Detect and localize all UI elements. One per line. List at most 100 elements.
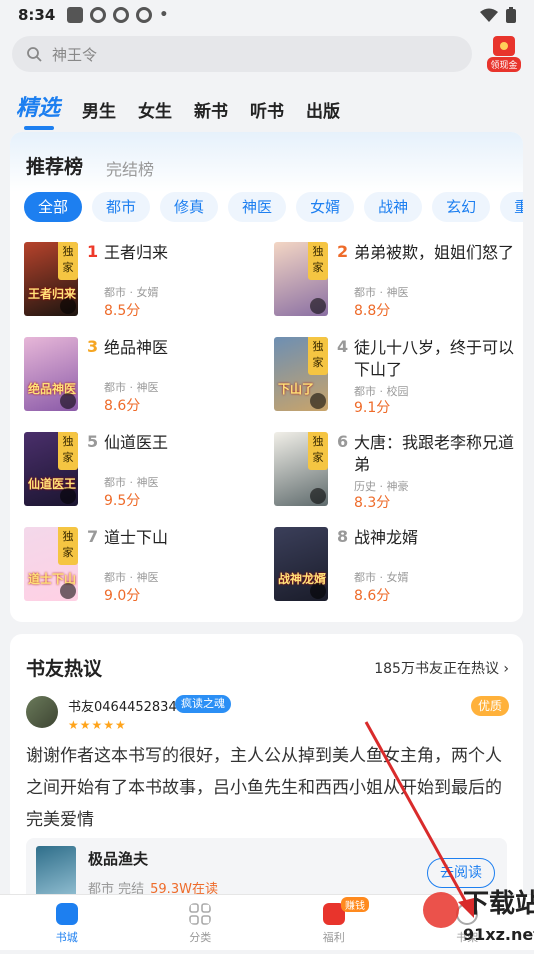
book-cover: 独家: [274, 432, 328, 506]
book-cover: 独家道士下山: [24, 527, 78, 601]
rank-number: 8: [337, 527, 348, 546]
book-item[interactable]: 战神龙婿8战神龙婿都市 · 女婿8.6分: [274, 527, 523, 607]
search-icon: [26, 46, 42, 62]
ranking-title[interactable]: 推荐榜: [26, 152, 83, 179]
category-chips: 全部 都市 修真 神医 女婿 战神 玄幻 重: [24, 192, 523, 222]
grid-icon: [189, 903, 211, 925]
book-title: 王者归来: [104, 242, 269, 264]
finished-ranking-tab[interactable]: 完结榜: [106, 156, 154, 180]
nav-welfare[interactable]: 赚钱 福利: [267, 895, 401, 950]
chip-urban[interactable]: 都市: [92, 192, 150, 222]
book-item[interactable]: 独家下山了4徒儿十八岁，终于可以下山了都市 · 校园9.1分: [274, 337, 523, 417]
book-tags: 都市 · 神医: [104, 474, 159, 490]
tab-new-books[interactable]: 新书: [194, 97, 228, 122]
book-tags: 都市 · 神医: [104, 569, 159, 585]
cover-title: 下山了: [278, 380, 314, 397]
headphone-icon: [310, 298, 326, 314]
reviewed-book-title: 极品渔夫: [88, 848, 148, 869]
app-notification-icon: [90, 7, 106, 23]
book-tags: 都市 · 女婿: [354, 569, 409, 585]
bookstore-icon: [56, 903, 78, 925]
book-tags: 都市 · 神医: [104, 379, 159, 395]
tab-audio[interactable]: 听书: [250, 97, 284, 122]
nav-category[interactable]: 分类: [134, 895, 268, 950]
rank-number: 2: [337, 242, 348, 261]
tab-featured[interactable]: 精选: [16, 90, 60, 122]
book-item[interactable]: 独家2弟弟被欺，姐姐们怒了都市 · 神医8.8分: [274, 242, 523, 322]
search-bar[interactable]: 神王令: [12, 36, 472, 72]
chip-son-in-law[interactable]: 女婿: [296, 192, 354, 222]
review-text[interactable]: 谢谢作者这本书写的很好，主人公从掉到美人鱼女主角，两个人之间开始有了本书故事，吕…: [26, 740, 516, 828]
quality-badge: 优质: [471, 696, 509, 716]
book-item[interactable]: 独家6大唐：我跟老李称兄道弟历史 · 神豪8.3分: [274, 432, 523, 512]
book-score: 8.6分: [354, 585, 390, 605]
rating-stars: ★★★★★: [68, 718, 127, 732]
book-title: 徒儿十八岁，终于可以下山了: [354, 337, 519, 381]
chip-fantasy[interactable]: 玄幻: [432, 192, 490, 222]
svg-text:91xz.net: 91xz.net: [463, 925, 534, 944]
avatar[interactable]: [26, 696, 58, 728]
rank-number: 6: [337, 432, 348, 451]
book-cover: 战神龙婿: [274, 527, 328, 601]
nav-bookstore[interactable]: 书城: [0, 895, 134, 950]
headphone-icon: [60, 393, 76, 409]
more-notifications-icon: •: [159, 7, 168, 23]
book-item[interactable]: 独家仙道医王 5 仙道医王都市 · 神医9.5分: [24, 432, 274, 512]
book-cover: 独家仙道医王: [24, 432, 78, 506]
cash-redpack-button[interactable]: 领现金: [486, 36, 522, 72]
battery-icon: [506, 7, 516, 23]
book-score: 9.1分: [354, 397, 390, 417]
channel-tabs: 精选 男生 女生 新书 听书 出版: [16, 90, 362, 122]
book-score: 9.5分: [104, 490, 140, 510]
search-placeholder: 神王令: [52, 44, 97, 65]
ranking-card: 推荐榜 完结榜 全部 都市 修真 神医 女婿 战神 玄幻 重 独家王者归来1王者…: [10, 132, 523, 622]
book-item[interactable]: 独家道士下山7道士下山都市 · 神医9.0分: [24, 527, 274, 607]
headphone-icon: [60, 488, 76, 504]
book-score: 8.8分: [354, 300, 390, 320]
app-notification-icon: [136, 7, 152, 23]
exclusive-badge: 独家: [58, 242, 78, 280]
book-title: 道士下山: [104, 527, 269, 549]
discussion-more-link[interactable]: 185万书友正在热议 ›: [374, 658, 509, 678]
exclusive-badge: 独家: [308, 432, 328, 470]
rank-number: 4: [337, 337, 348, 356]
rank-number: 1: [87, 242, 98, 261]
book-title: 大唐：我跟老李称兄道弟: [354, 432, 519, 476]
redpack-label: 领现金: [487, 57, 520, 72]
chip-cultivation[interactable]: 修真: [160, 192, 218, 222]
discussion-card: 书友热议 185万书友正在热议 › 书友0464452834 疯读之魂 ★★★★…: [10, 634, 523, 904]
book-title: 绝品神医: [104, 337, 269, 359]
tab-female[interactable]: 女生: [138, 97, 172, 122]
chip-all[interactable]: 全部: [24, 192, 82, 222]
chip-war-god[interactable]: 战神: [364, 192, 422, 222]
redpack-icon: [493, 36, 515, 56]
exclusive-badge: 独家: [58, 527, 78, 565]
exclusive-badge: 独家: [308, 337, 328, 375]
book-score: 8.6分: [104, 395, 140, 415]
status-time: 8:34: [18, 6, 55, 24]
discussion-title: 书友热议: [26, 654, 102, 681]
reviewer-badge: 疯读之魂: [175, 695, 231, 713]
book-title: 仙道医王: [104, 432, 269, 454]
chip-more[interactable]: 重: [500, 192, 523, 222]
exclusive-badge: 独家: [58, 432, 78, 470]
headphone-icon: [60, 298, 76, 314]
book-score: 9.0分: [104, 585, 140, 605]
headphone-icon: [310, 583, 326, 599]
chip-doctor[interactable]: 神医: [228, 192, 286, 222]
book-tags: 都市 · 神医: [354, 284, 409, 300]
book-cover: 独家: [274, 242, 328, 316]
headphone-icon: [310, 393, 326, 409]
tab-male[interactable]: 男生: [82, 97, 116, 122]
book-item[interactable]: 独家王者归来1王者归来都市 · 女婿8.5分: [24, 242, 274, 322]
svg-text:下载站: 下载站: [463, 889, 534, 919]
tab-publishing[interactable]: 出版: [306, 97, 340, 122]
rank-number: 5: [87, 432, 98, 451]
book-score: 8.5分: [104, 300, 140, 320]
status-bar: 8:34 •: [0, 0, 534, 30]
book-item[interactable]: 绝品神医3绝品神医都市 · 神医8.6分: [24, 337, 274, 417]
notification-icon: [67, 7, 83, 23]
book-tags: 都市 · 女婿: [104, 284, 159, 300]
watermark-logo: 下载站 91xz.net: [419, 870, 534, 950]
reviewer-name[interactable]: 书友0464452834: [68, 696, 177, 715]
